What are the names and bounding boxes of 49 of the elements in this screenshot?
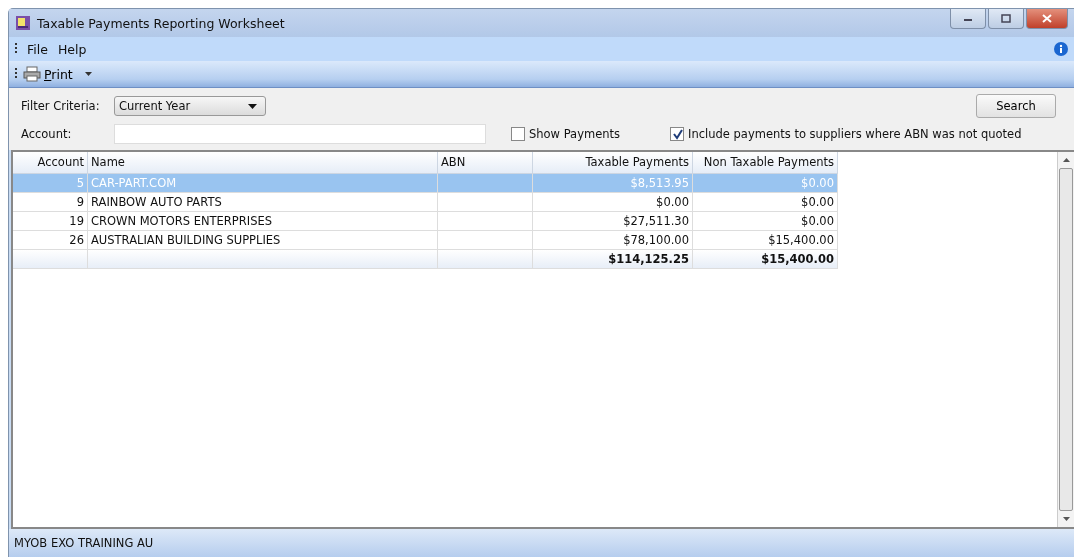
scrollbar[interactable]: [1057, 152, 1074, 527]
table-cell: $0.00: [693, 193, 838, 212]
checkbox-label: Show Payments: [529, 127, 621, 141]
printer-icon: [23, 66, 41, 82]
filter-label: Filter Criteria:: [21, 99, 101, 113]
table-cell: $0.00: [693, 174, 838, 193]
table-cell: $0.00: [533, 193, 693, 212]
account-field[interactable]: [114, 124, 486, 144]
close-button[interactable]: [1026, 9, 1068, 29]
checkbox[interactable]: [670, 127, 685, 141]
filter-dropdown[interactable]: Current Year: [114, 96, 266, 116]
search-button[interactable]: Search: [976, 94, 1056, 118]
table-cell: 19: [13, 212, 88, 231]
scroll-down-icon[interactable]: [1062, 517, 1070, 521]
table-row[interactable]: 19 CROWN MOTORS ENTERPRISES $27,511.30 $0.00: [13, 212, 838, 231]
column-header[interactable]: Non Taxable Payments: [693, 152, 838, 174]
menu-item[interactable]: Help: [57, 41, 87, 57]
column-header[interactable]: Name: [88, 152, 438, 174]
checkbox[interactable]: [511, 127, 525, 141]
info-icon[interactable]: [1054, 42, 1068, 56]
close-icon: [1042, 14, 1052, 23]
table-cell: $27,511.30: [533, 212, 693, 231]
total-cell: $114,125.25: [533, 250, 693, 269]
column-header[interactable]: Account: [13, 152, 88, 174]
print-button[interactable]: Print: [23, 66, 73, 82]
scroll-up-icon[interactable]: [1062, 158, 1070, 162]
scroll-thumb[interactable]: [1059, 168, 1073, 511]
caret-icon: [248, 103, 257, 109]
minimize-button[interactable]: [950, 9, 986, 29]
table-row[interactable]: 9 RAINBOW AUTO PARTS $0.00 $0.00: [13, 193, 838, 212]
window-title: Taxable Payments Reporting Worksheet: [37, 15, 286, 31]
table-cell: $0.00: [693, 212, 838, 231]
status-text: MYOB EXO TRAINING AU: [14, 536, 154, 550]
table-cell: $8,513.95: [533, 174, 693, 193]
table-cell: 9: [13, 193, 88, 212]
table-cell: CAR-PART.COM: [88, 174, 438, 193]
menu-item[interactable]: File: [27, 41, 48, 57]
column-header[interactable]: Taxable Payments: [533, 152, 693, 174]
total-cell: $15,400.00: [693, 250, 838, 269]
account-label: Account:: [21, 127, 73, 141]
checkbox-label: Include payments to suppliers where ABN was not quoted: [688, 127, 1022, 141]
app-icon: [15, 15, 31, 31]
table-cell: 5: [13, 174, 88, 193]
table-cell: CROWN MOTORS ENTERPRISES: [88, 212, 438, 231]
maximize-icon: [1001, 14, 1011, 23]
caret-icon[interactable]: [84, 72, 92, 76]
maximize-button[interactable]: [988, 9, 1024, 29]
table-cell: RAINBOW AUTO PARTS: [88, 193, 438, 212]
column-header[interactable]: ABN: [438, 152, 533, 174]
